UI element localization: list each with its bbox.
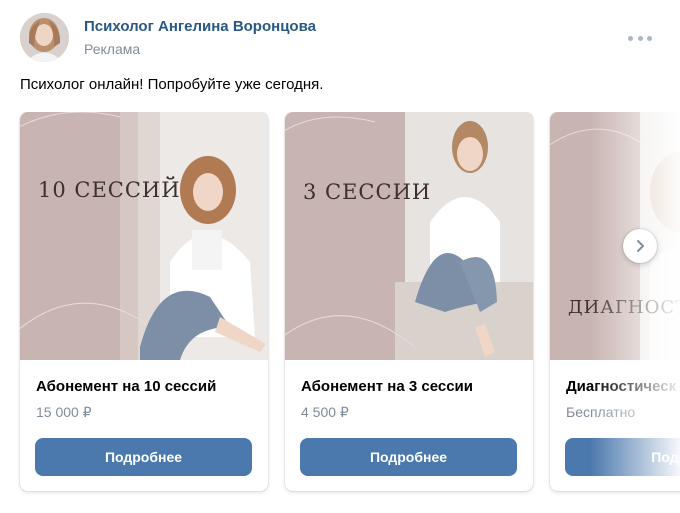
product-image[interactable]: ДИАГНОСТ xyxy=(550,112,680,360)
details-button[interactable]: Подробнее xyxy=(35,438,252,476)
card-title[interactable]: Абонемент на 10 сессий xyxy=(36,378,216,395)
product-carousel: 10 СЕССИЙ Абонемент на 10 сессий 15 000 … xyxy=(0,112,680,498)
product-image[interactable]: 3 СЕССИИ xyxy=(285,112,533,360)
card-price: Бесплатно xyxy=(566,404,636,420)
card-title[interactable]: Абонемент на 3 сессии xyxy=(301,378,473,395)
more-options-icon[interactable] xyxy=(628,28,652,48)
promo-text: ДИАГНОСТ xyxy=(568,297,680,318)
avatar[interactable] xyxy=(20,13,69,62)
product-card[interactable]: ДИАГНОСТ Диагностическ Бесплатно Подро xyxy=(550,112,680,491)
more-dot xyxy=(628,35,633,41)
card-price: 4 500 ₽ xyxy=(301,404,349,420)
card-title[interactable]: Диагностическ xyxy=(566,378,676,395)
card-price: 15 000 ₽ xyxy=(36,404,92,420)
promo-text: 10 СЕССИЙ xyxy=(38,178,181,202)
more-dot xyxy=(647,35,652,41)
product-card[interactable]: 10 СЕССИЙ Абонемент на 10 сессий 15 000 … xyxy=(20,112,268,491)
details-button[interactable]: Подробнее xyxy=(300,438,517,476)
more-dot xyxy=(637,35,643,41)
product-image[interactable]: 10 СЕССИЙ xyxy=(20,112,268,360)
product-card[interactable]: 3 СЕССИИ Абонемент на 3 сессии 4 500 ₽ П… xyxy=(285,112,533,491)
details-button[interactable]: Подро xyxy=(565,438,680,476)
promo-text: 3 СЕССИИ xyxy=(303,180,432,204)
chevron-right-icon[interactable] xyxy=(623,229,657,263)
author-name-link[interactable]: Психолог Ангелина Воронцова xyxy=(84,18,316,35)
post-header: Психолог Ангелина Воронцова Реклама xyxy=(20,13,680,63)
post-text: Психолог онлайн! Попробуйте уже сегодня. xyxy=(20,76,324,93)
ad-label: Реклама xyxy=(84,41,141,57)
